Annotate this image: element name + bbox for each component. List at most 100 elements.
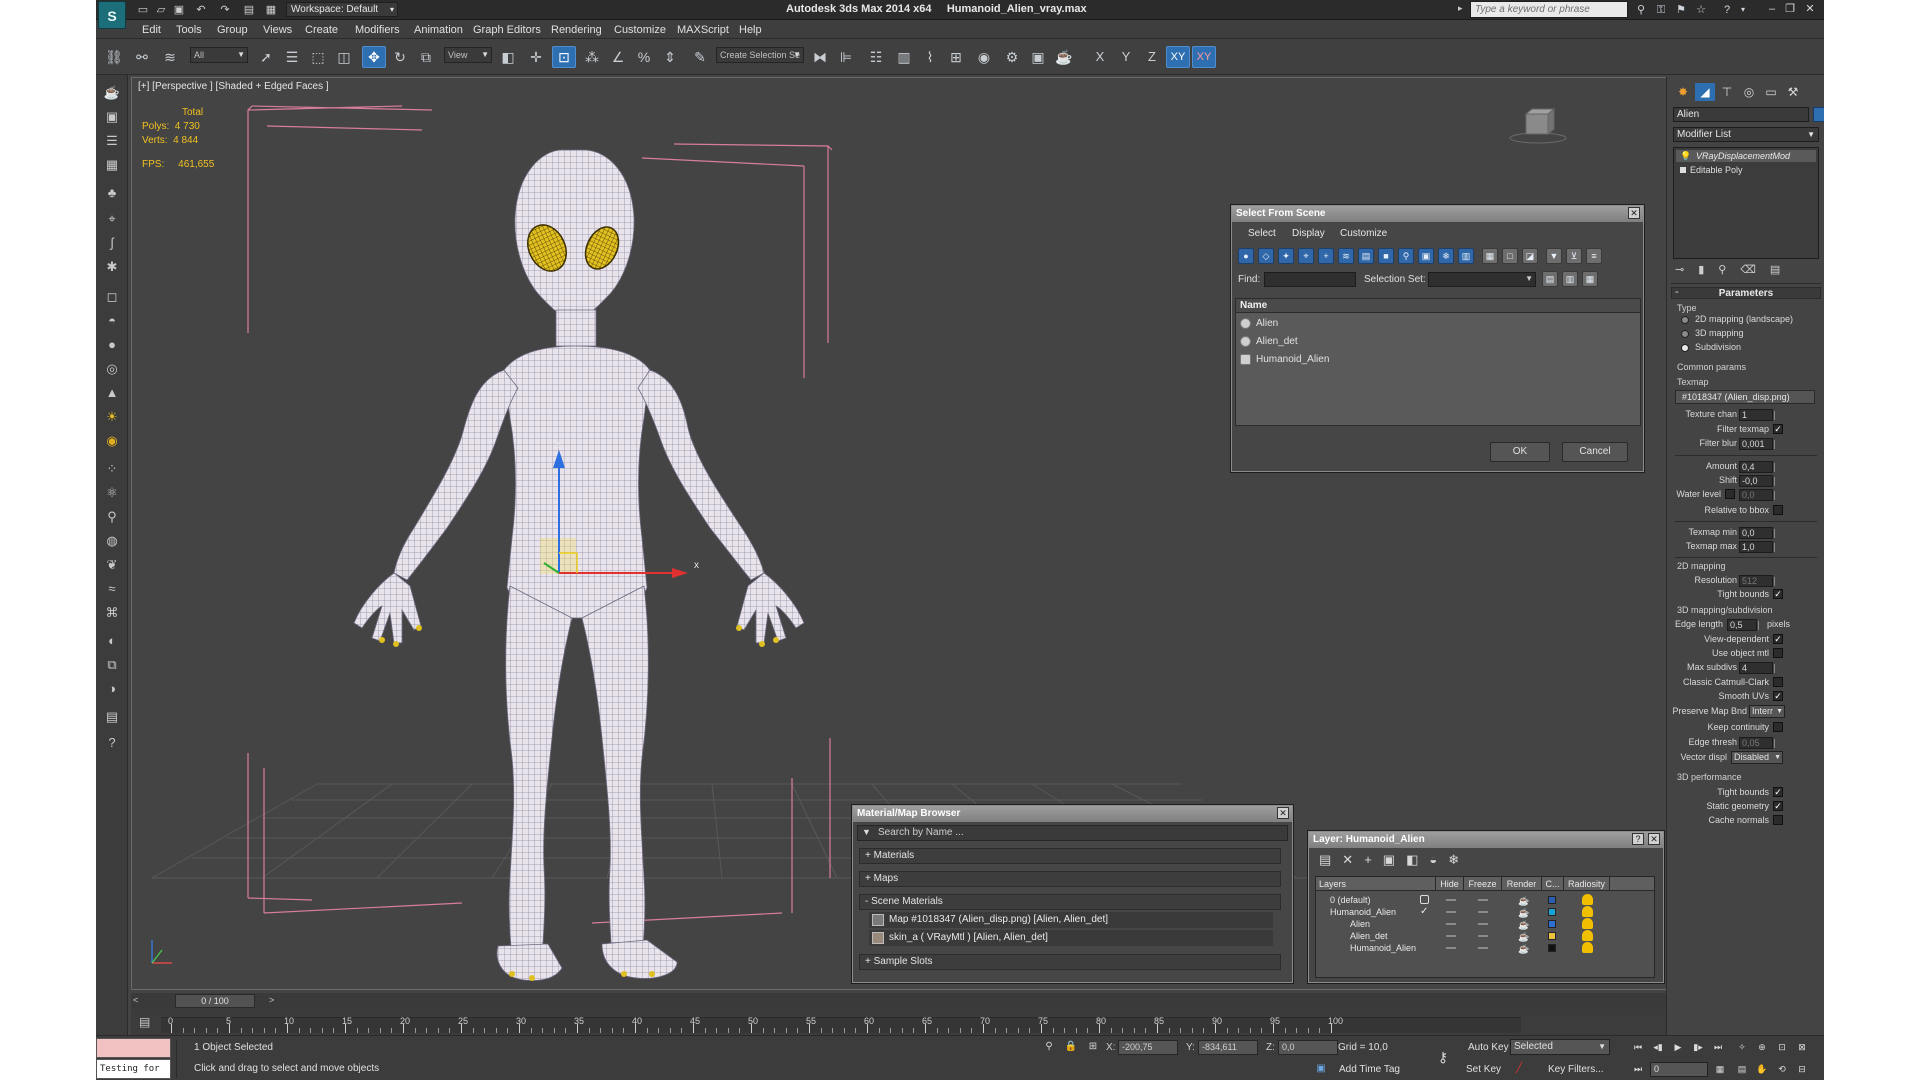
edge-length-spinner[interactable]: 0,5 (1727, 619, 1759, 631)
layers-column[interactable]: Layers (1316, 877, 1436, 891)
app-logo[interactable]: S (98, 1, 126, 29)
modifier-stack[interactable]: 💡 VRayDisplacementMod Editable Poly (1673, 147, 1819, 259)
layer-color-swatch[interactable] (1548, 944, 1556, 952)
save-file-icon[interactable]: ▣ (172, 3, 186, 17)
play-icon[interactable]: ▶ (1670, 1040, 1686, 1054)
preserve-map-dropdown[interactable]: Interr ▼ (1749, 705, 1785, 718)
catmull-clark-checkbox[interactable] (1773, 677, 1783, 687)
menu-modifiers[interactable]: Modifiers (355, 24, 400, 36)
utilities-icon[interactable]: ▤ (102, 707, 122, 727)
modify-tab-icon[interactable]: ◢ (1695, 83, 1715, 101)
hide-toggle[interactable] (1446, 947, 1456, 949)
help-icon[interactable]: ? (1720, 3, 1734, 17)
perf-tight-bounds-checkbox[interactable]: ✓ (1773, 787, 1783, 797)
amount-spinner[interactable]: 0,4 (1739, 461, 1775, 473)
menu-rendering[interactable]: Rendering (551, 24, 602, 36)
communication-icon[interactable]: ⚑ (1674, 3, 1688, 17)
axis-x-button[interactable]: X (1088, 46, 1112, 68)
hide-all-icon[interactable]: ◒ (1429, 852, 1448, 867)
track-bar[interactable]: ▤ 0 5 10 15 20 25 30 35 40 45 50 55 60 65 70 75 80 85 90 95… (131, 1009, 1666, 1035)
frame-ruler[interactable]: 0 5 10 15 20 25 30 35 40 45 50 55 60 65 70 75 80 85 90 95 10… (161, 1016, 1521, 1033)
ok-button[interactable]: OK (1490, 442, 1550, 462)
select-and-move-icon[interactable]: ✥ (362, 46, 386, 68)
schematic-view-icon[interactable]: ⊞ (944, 46, 968, 68)
close-icon[interactable]: ✕ (1648, 833, 1660, 845)
tree-icon[interactable]: ♣ (102, 183, 122, 203)
list-item[interactable]: Alien_det (1236, 333, 1640, 351)
bind-space-warp-icon[interactable]: ≋ (158, 46, 182, 68)
subscription-icon[interactable]: ⚿ (1654, 3, 1668, 17)
radiosity-icon[interactable] (1582, 906, 1593, 917)
type-2d-radio[interactable] (1681, 316, 1689, 324)
hide-toggle[interactable] (1446, 923, 1456, 925)
display-xrefs-icon[interactable]: ■ (1378, 248, 1394, 264)
render-frame-icon[interactable]: ▣ (102, 107, 122, 127)
cloth-icon[interactable]: ⌘ (102, 603, 122, 623)
radiosity-icon[interactable] (1582, 930, 1593, 941)
filter-icon[interactable]: ▼ (1546, 248, 1562, 264)
list-item[interactable]: Humanoid_Alien (1236, 351, 1640, 369)
selection-set-edit-icon[interactable]: ▦ (1582, 271, 1598, 287)
select-object-icon[interactable]: ➚ (254, 46, 278, 68)
named-selection-set-dropdown[interactable]: Create Selection Se ▼ (716, 47, 804, 63)
radiosity-icon[interactable] (1582, 918, 1593, 929)
display-lights-icon[interactable]: ✦ (1278, 248, 1294, 264)
viewcube-icon[interactable] (1508, 106, 1568, 146)
display-geometry-icon[interactable]: ● (1238, 248, 1254, 264)
create-layer-icon[interactable]: ▤ (1319, 852, 1342, 867)
menu-customize[interactable]: Customize (614, 24, 666, 36)
menu-animation[interactable]: Animation (414, 24, 463, 36)
select-in-layer-icon[interactable]: ▣ (1383, 852, 1406, 867)
graphite-ribbon-icon[interactable]: ▥ (892, 46, 916, 68)
camera-icon[interactable]: ⌖ (102, 209, 122, 229)
texture-chan-spinner[interactable]: 1 (1739, 409, 1775, 421)
perspective-viewport[interactable]: [+] [Perspective ] [Shaded + Edged Faces… (131, 77, 1694, 990)
omni-light-icon[interactable]: ◉ (102, 431, 122, 451)
current-frame-field[interactable]: 0 (1650, 1062, 1708, 1077)
align-icon[interactable]: ⊫ (834, 46, 858, 68)
menu-maxscript[interactable]: MAXScript (677, 24, 729, 36)
teapot-icon[interactable]: ☕ (102, 83, 122, 103)
select-and-rotate-icon[interactable]: ↻ (388, 46, 412, 68)
key-filters-button[interactable]: Key Filters... (1548, 1064, 1604, 1075)
rendered-frame-window-icon[interactable]: ▣ (1026, 46, 1050, 68)
select-by-name-icon[interactable]: ☰ (280, 46, 304, 68)
previous-key-icon[interactable]: ◂▮ (1650, 1040, 1666, 1054)
time-tag-icon[interactable]: ▣ (1314, 1062, 1328, 1076)
display-containers-icon[interactable]: ▣ (1418, 248, 1434, 264)
bulb-icon[interactable]: 💡 (1680, 150, 1691, 162)
search-expand-icon[interactable]: ▸ (1458, 3, 1463, 14)
delete-layer-icon[interactable]: ✕ (1342, 852, 1364, 867)
select-from-scene-title[interactable]: Select From Scene (1232, 206, 1643, 222)
go-to-end-icon[interactable]: ⏭ (1710, 1040, 1726, 1054)
helper-icon[interactable]: ✱ (102, 257, 122, 277)
mirror-icon[interactable]: ⧓ (808, 46, 832, 68)
spinner-snap-icon[interactable]: ⇕ (658, 46, 682, 68)
y-coord-field[interactable]: -834,611 (1198, 1040, 1258, 1055)
key-mode-icon[interactable]: ⏭ (1630, 1062, 1646, 1076)
collapse-icon[interactable]: ≡ (1586, 248, 1602, 264)
display-helpers-icon[interactable]: + (1318, 248, 1334, 264)
field-of-view-icon[interactable]: ▤ (1734, 1062, 1750, 1076)
hide-toggle[interactable] (1446, 935, 1456, 937)
water-level-spinner[interactable]: 0,0 (1739, 489, 1775, 501)
sample-slots-group[interactable]: + Sample Slots (859, 954, 1281, 970)
globe-icon[interactable]: ◍ (102, 531, 122, 551)
angle-snap-icon[interactable]: ∠ (606, 46, 630, 68)
list-item[interactable]: Alien (1236, 315, 1640, 333)
hemisphere-icon[interactable]: ◓ (102, 311, 122, 331)
layer-manager-icon[interactable]: ☷ (864, 46, 888, 68)
stack-item-vraydisplacement[interactable]: 💡 VRayDisplacementMod (1676, 150, 1816, 162)
favorites-star-icon[interactable]: ☆ (1694, 3, 1708, 17)
texmap-min-spinner[interactable]: 0,0 (1739, 527, 1775, 539)
freeze-toggle[interactable] (1478, 947, 1488, 949)
zoom-all-icon[interactable]: ⊕ (1754, 1040, 1770, 1054)
freeze-all-icon[interactable]: ❄ (1448, 852, 1470, 867)
select-and-manipulate-icon[interactable]: ✛ (524, 46, 548, 68)
cancel-button[interactable]: Cancel (1562, 442, 1628, 462)
undo-icon[interactable]: ↶ (194, 3, 208, 17)
axis-y-button[interactable]: Y (1114, 46, 1138, 68)
freeze-toggle[interactable] (1478, 935, 1488, 937)
mini-curve-editor-icon[interactable]: ▤ (139, 1015, 150, 1029)
menu-tools[interactable]: Tools (176, 24, 202, 36)
